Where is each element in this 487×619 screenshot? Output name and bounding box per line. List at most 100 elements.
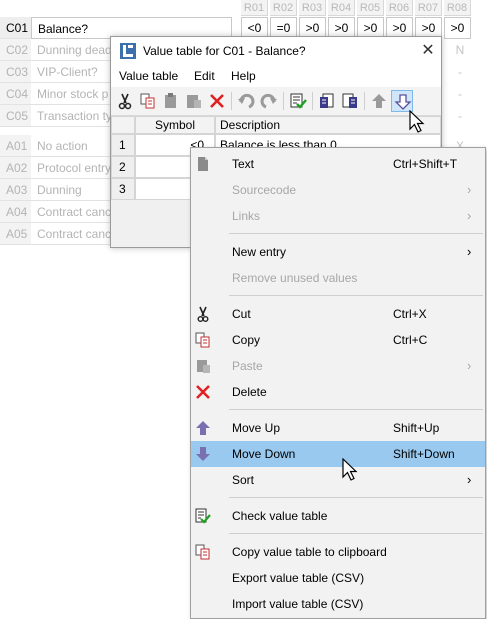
redo-icon[interactable] — [258, 90, 280, 112]
chevron-right-icon: › — [467, 244, 472, 259]
dialog-toolbar — [111, 87, 441, 116]
toolbar-separator — [312, 92, 313, 110]
menu-item-delete[interactable]: Delete — [191, 379, 485, 405]
cut-icon[interactable] — [114, 90, 136, 112]
column-header[interactable]: R07 — [415, 0, 442, 16]
arrow-down-icon — [195, 446, 211, 462]
column-header[interactable]: R05 — [357, 0, 384, 16]
chevron-right-icon: › — [467, 208, 472, 223]
delete-icon — [195, 384, 211, 400]
row-id[interactable]: A01 — [0, 135, 31, 157]
row-id[interactable]: C04 — [0, 83, 31, 105]
menu-item-sourcecode[interactable]: Sourcecode › — [191, 177, 485, 203]
menu-item-move-down[interactable]: Move Down Shift+Down — [191, 441, 485, 467]
menu-value-table[interactable]: Value table — [119, 65, 178, 87]
row-number[interactable]: 1 — [111, 134, 135, 156]
menu-item-links[interactable]: Links › — [191, 203, 485, 229]
text-icon — [195, 156, 211, 172]
menu-item-shortcut: Ctrl+Shift+T — [393, 157, 458, 171]
menu-item-label: Move Down — [232, 447, 296, 461]
menu-item-label: Copy — [232, 333, 261, 347]
row-tail-value: - — [458, 65, 462, 79]
scissors-icon — [195, 306, 211, 322]
menu-item-label: Copy value table to clipboard — [232, 545, 387, 559]
menu-item-text[interactable]: Text Ctrl+Shift+T — [191, 151, 485, 177]
row-tail-value: - — [458, 87, 462, 101]
dialog-titlebar[interactable]: Value table for C01 - Balance? ✕ — [111, 37, 441, 65]
menu-item-label: Delete — [232, 385, 267, 399]
row-number[interactable]: 2 — [111, 156, 135, 178]
menu-item-check-value-table[interactable]: Check value table — [191, 503, 485, 529]
row-id[interactable]: C03 — [0, 61, 31, 83]
menu-item-label: Links — [232, 209, 261, 223]
row-id[interactable]: A05 — [0, 223, 31, 245]
menu-help[interactable]: Help — [231, 65, 256, 87]
column-header[interactable]: R01 — [241, 0, 268, 16]
chevron-right-icon: › — [467, 472, 472, 487]
row-id[interactable]: A04 — [0, 201, 31, 223]
menu-item-copy-to-clipboard[interactable]: Copy value table to clipboard — [191, 539, 485, 565]
menu-item-import-csv[interactable]: Import value table (CSV) — [191, 591, 485, 617]
copy-icon — [195, 332, 211, 348]
copy-icon[interactable] — [137, 90, 159, 112]
menu-item-move-up[interactable]: Move Up Shift+Up — [191, 415, 485, 441]
delete-icon[interactable] — [206, 90, 228, 112]
menu-separator — [229, 533, 483, 534]
column-header[interactable]: R04 — [328, 0, 355, 16]
close-icon[interactable]: ✕ — [416, 39, 440, 63]
row-id[interactable]: A03 — [0, 179, 31, 201]
move-up-icon[interactable] — [368, 90, 390, 112]
column-header-description[interactable]: Description — [215, 116, 441, 134]
arrow-up-icon — [195, 420, 211, 436]
menu-item-remove-unused-values[interactable]: Remove unused values — [191, 265, 485, 291]
column-header[interactable]: R08 — [444, 0, 471, 16]
menu-item-shortcut: Shift+Down — [393, 447, 455, 461]
menu-item-new-entry[interactable]: New entry › — [191, 239, 485, 265]
row-id[interactable]: C01 — [0, 17, 31, 39]
toolbar-separator — [283, 92, 284, 110]
value-cell[interactable]: >0 — [444, 17, 471, 39]
menu-item-label: Export value table (CSV) — [232, 571, 365, 585]
undo-icon[interactable] — [235, 90, 257, 112]
chevron-right-icon: › — [467, 358, 472, 373]
menu-separator — [229, 409, 483, 410]
menu-item-sort[interactable]: Sort › — [191, 467, 485, 493]
row-id[interactable]: A02 — [0, 157, 31, 179]
toolbar-separator — [231, 92, 232, 110]
menu-separator — [229, 295, 483, 296]
menu-separator — [229, 233, 483, 234]
row-number[interactable]: 3 — [111, 178, 135, 200]
dialog-menubar: Value table Edit Help — [111, 65, 441, 87]
menu-edit[interactable]: Edit — [194, 65, 215, 87]
menu-item-export-csv[interactable]: Export value table (CSV) — [191, 565, 485, 591]
menu-item-copy[interactable]: Copy Ctrl+C — [191, 327, 485, 353]
import-icon[interactable] — [316, 90, 338, 112]
menu-separator — [229, 497, 483, 498]
column-header[interactable]: R02 — [270, 0, 297, 16]
menu-item-label: Move Up — [232, 421, 281, 435]
check-table-icon — [195, 508, 211, 524]
column-header[interactable]: R06 — [386, 0, 413, 16]
row-id[interactable]: C02 — [0, 39, 31, 61]
menu-item-label: Import value table (CSV) — [232, 597, 364, 611]
check-table-icon[interactable] — [287, 90, 309, 112]
export-icon[interactable] — [339, 90, 361, 112]
mouse-pointer-icon — [409, 109, 426, 134]
mouse-pointer-icon — [342, 457, 359, 482]
clipboard-icon — [195, 544, 211, 560]
context-menu: Text Ctrl+Shift+T Sourcecode › Links › N… — [190, 147, 486, 619]
menu-item-shortcut: Ctrl+C — [393, 333, 428, 347]
paste-special-icon[interactable] — [183, 90, 205, 112]
paste-icon[interactable] — [160, 90, 182, 112]
menu-item-label: New entry — [232, 245, 287, 259]
menu-item-label: Cut — [232, 307, 251, 321]
column-header[interactable]: R03 — [299, 0, 326, 16]
menu-item-paste[interactable]: Paste › — [191, 353, 485, 379]
toolbar-separator — [364, 92, 365, 110]
row-id[interactable]: C05 — [0, 105, 31, 127]
menu-item-label: Check value table — [232, 509, 328, 523]
menu-item-cut[interactable]: Cut Ctrl+X — [191, 301, 485, 327]
column-header-symbol[interactable]: Symbol — [135, 116, 215, 134]
menu-item-label: Paste — [232, 359, 263, 373]
move-down-icon[interactable] — [391, 90, 413, 112]
